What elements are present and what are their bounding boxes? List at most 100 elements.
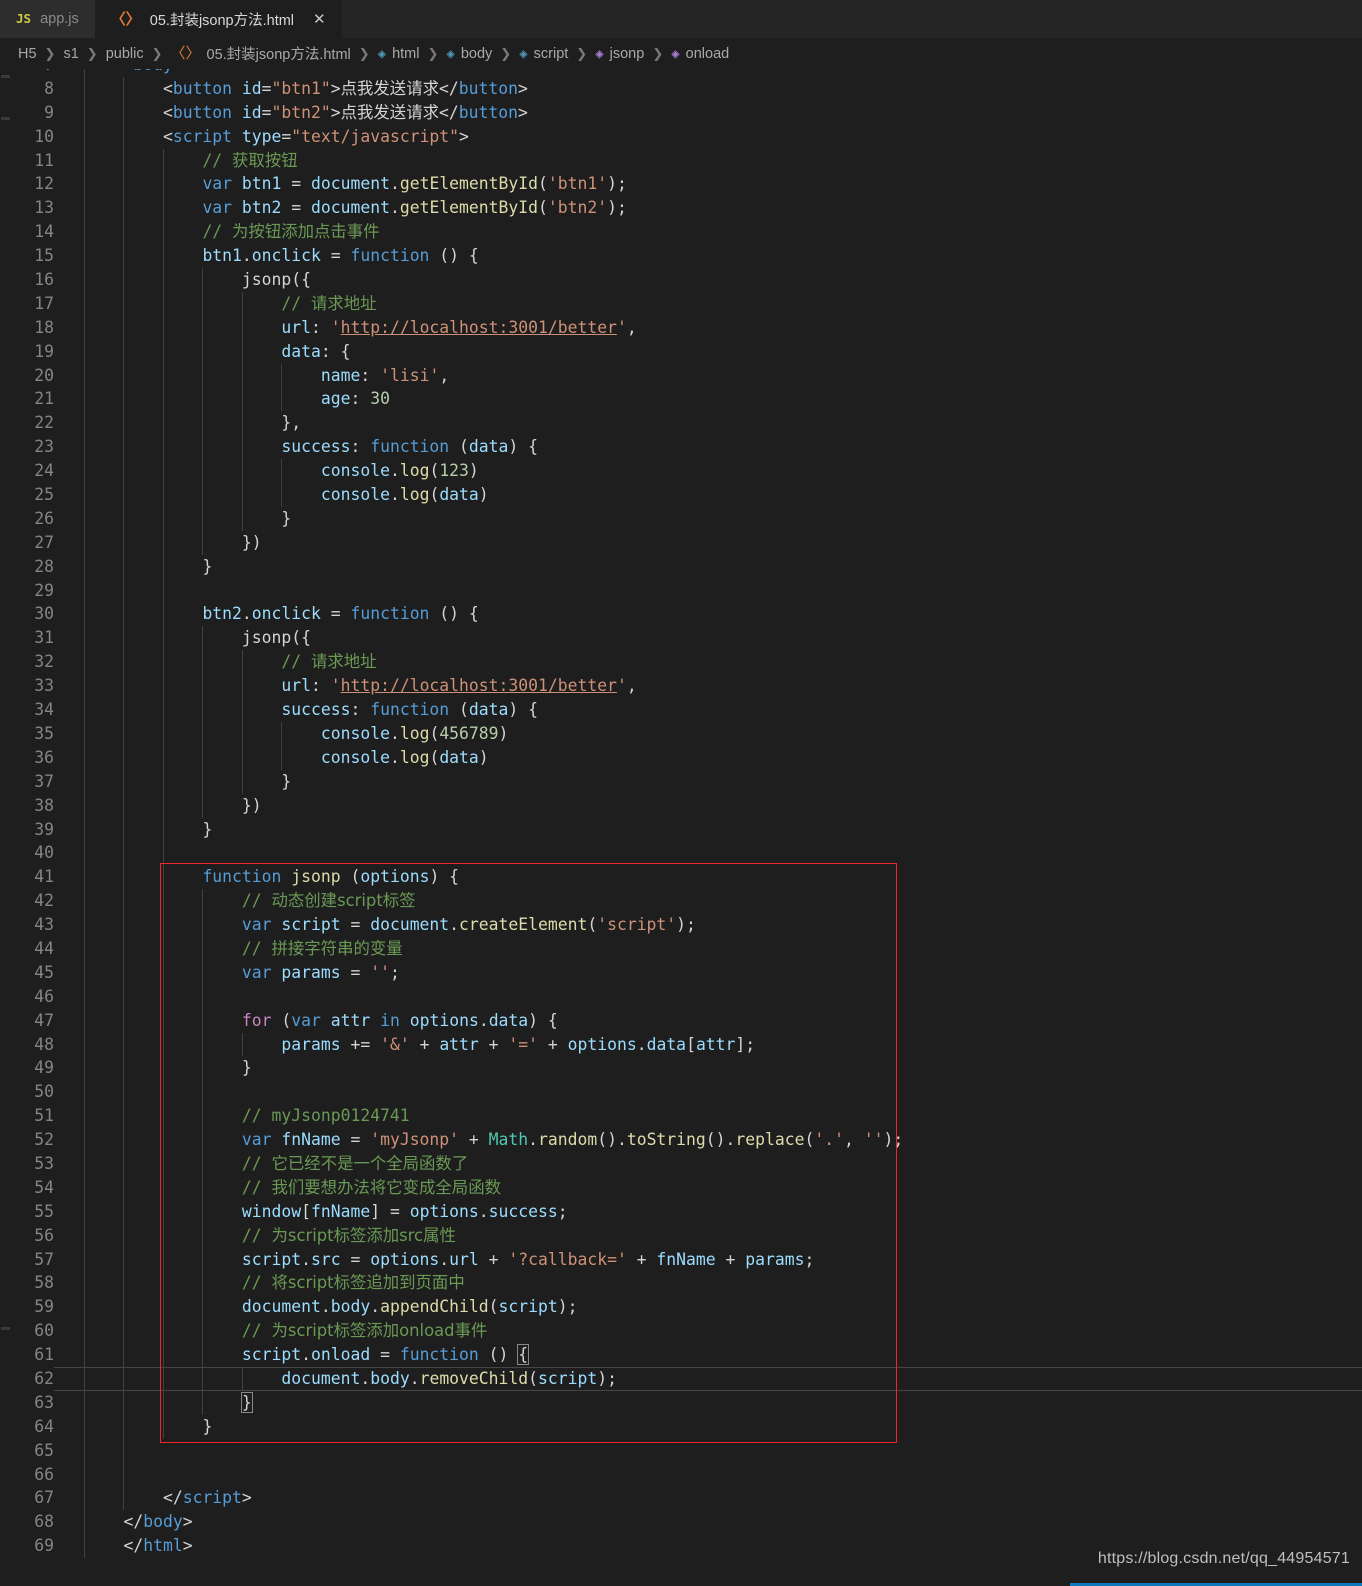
code-line[interactable]: 56 // 为script标签添加src属性	[0, 1223, 1362, 1248]
code-token: ''	[863, 1130, 884, 1150]
code-line[interactable]: 7 <body>	[0, 69, 1362, 77]
breadcrumb-item-s1[interactable]: s1	[63, 46, 78, 62]
code-line[interactable]: 35 console.log(456789)	[0, 721, 1362, 746]
code-line[interactable]: 42 // 动态创建script标签	[0, 889, 1362, 914]
code-line[interactable]: 64}	[0, 1414, 1362, 1439]
indent-guide	[162, 1175, 164, 1200]
tab-app-js[interactable]: JS app.js	[0, 0, 95, 38]
code-line[interactable]: 62 document.body.removeChild(script);	[0, 1366, 1362, 1391]
code-line[interactable]: 48 params += '&' + attr + '=' + options.d…	[0, 1032, 1362, 1057]
code-text: btn2.onclick = function () {	[202, 602, 478, 626]
code-line[interactable]: 39}	[0, 817, 1362, 842]
code-line[interactable]: 14 // 为按钮添加点击事件	[0, 220, 1362, 245]
code-line[interactable]: 57 script.src = options.url + '?callback=…	[0, 1247, 1362, 1272]
code-line[interactable]: 23 success: function (data) {	[0, 435, 1362, 460]
code-text: }	[281, 507, 291, 531]
code-token: 动态创建script标签	[271, 891, 416, 911]
code-line[interactable]: 29	[0, 578, 1362, 603]
code-line[interactable]: 44 // 拼接字符串的变量	[0, 936, 1362, 961]
code-line[interactable]: 28}	[0, 554, 1362, 579]
code-token: btn1	[241, 174, 282, 194]
code-line[interactable]: 54 // 我们要想办法将它变成全局函数	[0, 1175, 1362, 1200]
code-line[interactable]: 31 jsonp({	[0, 626, 1362, 651]
code-line[interactable]: 41 function jsonp (options) {	[0, 865, 1362, 890]
breadcrumb-item-html[interactable]: ◈ html	[378, 46, 420, 62]
breadcrumb-item-public[interactable]: public	[106, 46, 144, 62]
breadcrumb-item-jsonp[interactable]: ◈ jsonp	[595, 46, 644, 62]
code-line[interactable]: 40	[0, 841, 1362, 866]
code-line[interactable]: 17 // 请求地址	[0, 291, 1362, 316]
code-line[interactable]: 45 var params = '';	[0, 960, 1362, 985]
code-line[interactable]: 11 // 获取按钮	[0, 148, 1362, 173]
code-line[interactable]: 27})	[0, 530, 1362, 555]
code-line[interactable]: 65	[0, 1438, 1362, 1463]
code-token: }	[202, 556, 213, 576]
code-editor[interactable]: 7<body>8<button id="btn1">点我发送请求</button…	[0, 69, 1362, 1586]
breadcrumb-item-onload[interactable]: ◈ onload	[671, 46, 729, 62]
code-token: attr	[695, 1034, 736, 1054]
code-line[interactable]: 36 console.log(data)	[0, 745, 1362, 770]
code-line[interactable]: 25 console.log(data)	[0, 483, 1362, 507]
indent-guide	[123, 363, 125, 388]
code-line[interactable]: 8 <button id="btn1">点我发送请求</button>	[0, 76, 1362, 101]
code-line[interactable]: 68 </body>	[0, 1510, 1362, 1535]
code-line[interactable]: 9 <button id="btn2">点我发送请求</button>	[0, 100, 1362, 125]
indent-guide	[123, 1175, 125, 1200]
code-line[interactable]: 30 btn2.onclick = function () {	[0, 602, 1362, 627]
breadcrumb-item-body[interactable]: ◈ body	[446, 46, 492, 62]
code-line[interactable]: 10 <script type="text/javascript">	[0, 124, 1362, 149]
code-line[interactable]: 53 // 它已经不是一个全局函数了	[0, 1151, 1362, 1176]
code-line[interactable]: 50	[0, 1080, 1362, 1105]
indent-guide	[84, 172, 85, 197]
code-token: () {	[429, 246, 479, 266]
code-line[interactable]: 47 for (var attr in options.data) {	[0, 1008, 1362, 1033]
code-line[interactable]: 67 </script>	[0, 1486, 1362, 1511]
code-text: }	[202, 1415, 212, 1439]
code-line[interactable]: 49}	[0, 1056, 1362, 1081]
line-number: 50	[34, 1082, 54, 1102]
code-line[interactable]: 32 // 请求地址	[0, 650, 1362, 675]
code-token: document	[241, 1297, 321, 1317]
code-line[interactable]: 13 var btn2 = document.getElementById('bt…	[0, 196, 1362, 221]
breadcrumb-item-script[interactable]: ◈ script	[519, 46, 568, 62]
line-number: 48	[34, 1034, 54, 1054]
code-line[interactable]: 20 name: 'lisi',	[0, 363, 1362, 388]
code-line[interactable]: 61 script.onload = function () {	[0, 1343, 1362, 1367]
breadcrumb-item-h5[interactable]: H5	[18, 46, 37, 62]
code-line[interactable]: 37}	[0, 769, 1362, 794]
indent-guide	[84, 100, 85, 125]
code-line[interactable]: 66	[0, 1462, 1362, 1487]
code-line[interactable]: 21 age: 30	[0, 387, 1362, 412]
code-line[interactable]: 22},	[0, 411, 1362, 436]
line-number: 21	[34, 389, 54, 409]
code-line[interactable]: 19 data: {	[0, 339, 1362, 364]
code-line[interactable]: 59 document.body.appendChild(script);	[0, 1295, 1362, 1320]
code-line[interactable]: 16 jsonp({	[0, 268, 1362, 292]
code-token: ()	[478, 1345, 519, 1365]
code-line[interactable]: 60 // 为script标签添加onload事件	[0, 1319, 1362, 1344]
code-line[interactable]: 12 var btn1 = document.getElementById('bt…	[0, 172, 1362, 197]
code-line[interactable]: 38})	[0, 793, 1362, 818]
code-line[interactable]: 34 success: function (data) {	[0, 698, 1362, 722]
code-line[interactable]: 43 var script = document.createElement('s…	[0, 913, 1362, 937]
code-line[interactable]: 24 console.log(123)	[0, 459, 1362, 484]
indent-guide	[123, 530, 125, 555]
code-line[interactable]: 58 // 将script标签追加到页面中	[0, 1271, 1362, 1296]
code-line[interactable]: 52 var fnName = 'myJsonp' + Math.random()…	[0, 1128, 1362, 1152]
indent-guide	[241, 483, 243, 507]
code-line[interactable]: 63}	[0, 1390, 1362, 1415]
close-icon[interactable]: ✕	[313, 10, 326, 28]
line-number: 61	[34, 1345, 54, 1365]
code-line[interactable]: 18 url: 'http://localhost:3001/better',	[0, 315, 1362, 340]
breadcrumb-item-file[interactable]: 〈〉 05.封装jsonp方法.html	[170, 43, 350, 64]
code-line[interactable]: 55 window[fnName] = options.success;	[0, 1199, 1362, 1224]
code-line[interactable]: 33 url: 'http://localhost:3001/better',	[0, 674, 1362, 699]
code-line[interactable]: 15 btn1.onclick = function () {	[0, 244, 1362, 269]
code-token: script	[281, 915, 341, 935]
code-line[interactable]: 26}	[0, 506, 1362, 531]
tab-jsonp-html[interactable]: 〈〉 05.封装jsonp方法.html ✕	[94, 0, 342, 38]
indent-guide	[241, 411, 243, 436]
code-line[interactable]: 46	[0, 984, 1362, 1009]
code-line[interactable]: 51 // myJsonp0124741	[0, 1104, 1362, 1129]
